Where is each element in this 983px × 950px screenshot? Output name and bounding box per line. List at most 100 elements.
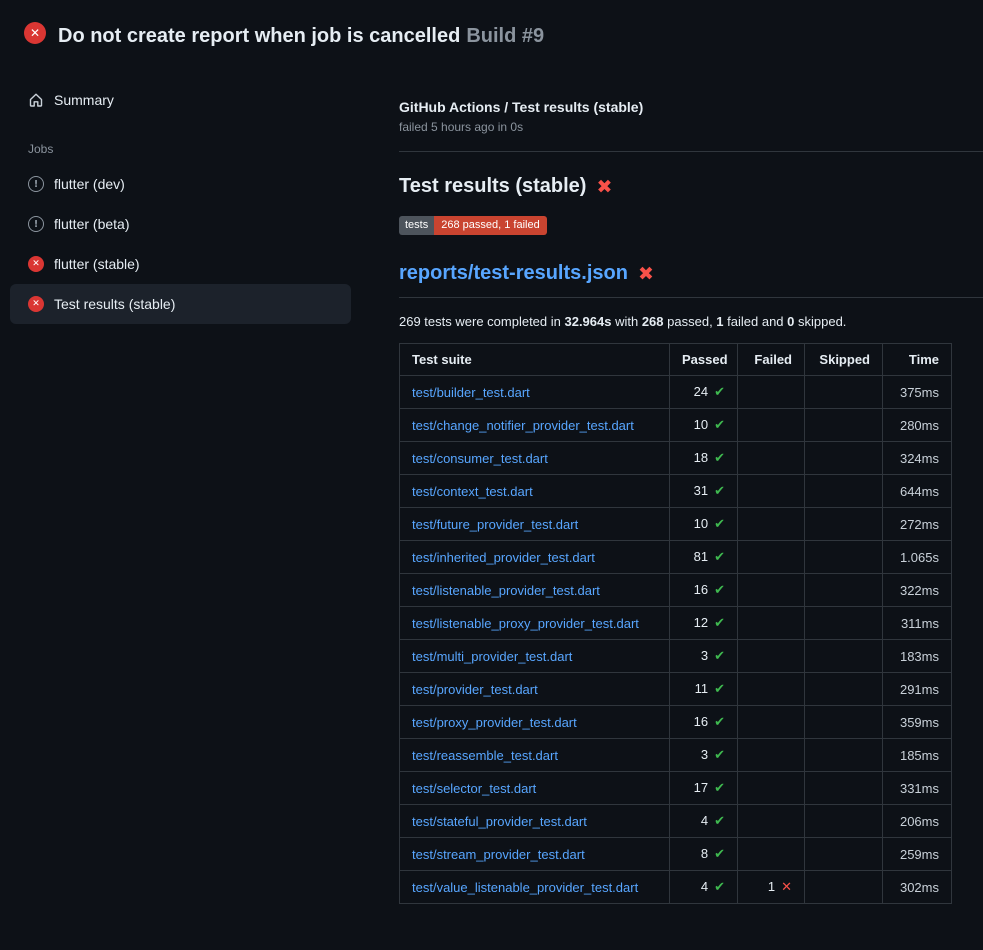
failed-cell (738, 475, 805, 508)
skipped-cell (805, 772, 883, 805)
failed-cell (738, 574, 805, 607)
skipped-cell (805, 871, 883, 904)
sidebar-item-job[interactable]: !flutter (dev) (10, 164, 351, 204)
jobs-section-label: Jobs (10, 120, 351, 164)
time-cell: 291ms (883, 673, 952, 706)
failed-cell (738, 508, 805, 541)
job-label: flutter (dev) (54, 176, 125, 192)
suite-cell: test/stateful_provider_test.dart (400, 805, 670, 838)
passed-cell: 3✔ (670, 640, 738, 673)
table-row: test/provider_test.dart 11✔ 291ms (400, 673, 952, 706)
test-suite-link[interactable]: test/consumer_test.dart (412, 451, 548, 466)
failed-cell: 1✕ (738, 871, 805, 904)
status-line: failed 5 hours ago in 0s (399, 120, 983, 134)
job-label: Test results (stable) (54, 296, 175, 312)
failed-cell (738, 607, 805, 640)
test-suite-link[interactable]: test/value_listenable_provider_test.dart (412, 880, 638, 895)
home-icon (28, 92, 44, 108)
time-cell: 272ms (883, 508, 952, 541)
check-icon: ✔ (714, 418, 725, 433)
suite-cell: test/change_notifier_provider_test.dart (400, 409, 670, 442)
test-suite-link[interactable]: test/future_provider_test.dart (412, 517, 578, 532)
passed-count: 12 (694, 615, 708, 630)
skipped-cell (805, 574, 883, 607)
passed-cell: 3✔ (670, 739, 738, 772)
summary-text: passed, (664, 314, 717, 329)
skipped-cell (805, 508, 883, 541)
test-suite-link[interactable]: test/listenable_provider_test.dart (412, 583, 600, 598)
passed-count: 16 (694, 714, 708, 729)
sidebar-item-job[interactable]: ✕Test results (stable) (10, 284, 351, 324)
check-icon: ✔ (714, 649, 725, 664)
test-suite-link[interactable]: test/inherited_provider_test.dart (412, 550, 595, 565)
table-row: test/multi_provider_test.dart3✔183ms (400, 640, 952, 673)
test-suite-link[interactable]: test/builder_test.dart (412, 385, 530, 400)
summary-line: 269 tests were completed in 32.964s with… (399, 314, 983, 329)
passed-cell: 18✔ (670, 442, 738, 475)
col-header-test-suite: Test suite (400, 344, 670, 376)
summary-text: 269 tests were completed in (399, 314, 564, 329)
skipped-cell (805, 673, 883, 706)
neutral-status-icon: ! (28, 216, 44, 232)
report-title-link[interactable]: reports/test-results.json (399, 262, 628, 285)
check-icon: ✔ (714, 781, 725, 796)
failed-cell (738, 739, 805, 772)
table-row: test/selector_test.dart 17✔ 331ms (400, 772, 952, 805)
check-icon: ✔ (714, 517, 725, 532)
summary-text: skipped. (794, 314, 846, 329)
cross-icon: ✕ (781, 880, 792, 895)
passed-cell: 17✔ (670, 772, 738, 805)
test-suite-link[interactable]: test/context_test.dart (412, 484, 533, 499)
sidebar-item-job[interactable]: !flutter (beta) (10, 204, 351, 244)
test-suite-link[interactable]: test/multi_provider_test.dart (412, 649, 572, 664)
test-suite-link[interactable]: test/provider_test.dart (412, 682, 538, 697)
job-label: flutter (stable) (54, 256, 140, 272)
passed-cell: 11✔ (670, 673, 738, 706)
failed-cell (738, 838, 805, 871)
col-header-failed: Failed (738, 344, 805, 376)
time-cell: 324ms (883, 442, 952, 475)
skipped-cell (805, 805, 883, 838)
suite-cell: test/inherited_provider_test.dart (400, 541, 670, 574)
skipped-cell (805, 607, 883, 640)
table-row: test/proxy_provider_test.dart16✔359ms (400, 706, 952, 739)
check-icon: ✔ (714, 550, 725, 565)
col-header-passed: Passed (670, 344, 738, 376)
summary-failed-count: 1 (716, 314, 723, 329)
test-suite-link[interactable]: test/stateful_provider_test.dart (412, 814, 587, 829)
test-suite-link[interactable]: test/listenable_proxy_provider_test.dart (412, 616, 639, 631)
failed-status-icon: ✕ (28, 256, 44, 272)
test-suite-link[interactable]: test/change_notifier_provider_test.dart (412, 418, 634, 433)
test-suite-link[interactable]: test/stream_provider_test.dart (412, 847, 585, 862)
skipped-cell (805, 706, 883, 739)
table-row: test/listenable_proxy_provider_test.dart… (400, 607, 952, 640)
time-cell: 331ms (883, 772, 952, 805)
failed-cell (738, 640, 805, 673)
check-icon: ✔ (714, 583, 725, 598)
passed-count: 11 (695, 681, 709, 696)
skipped-cell (805, 739, 883, 772)
time-cell: 206ms (883, 805, 952, 838)
test-suite-link[interactable]: test/selector_test.dart (412, 781, 536, 796)
suite-cell: test/consumer_test.dart (400, 442, 670, 475)
sidebar-item-job[interactable]: ✕ flutter (stable) (10, 244, 351, 284)
results-table: Test suite Passed Failed Skipped Time te… (399, 343, 952, 904)
passed-cell: 16✔ (670, 574, 738, 607)
test-suite-link[interactable]: test/reassemble_test.dart (412, 748, 558, 763)
check-icon: ✔ (714, 880, 725, 895)
page-header: ✕ Do not create report when job is cance… (0, 0, 983, 61)
passed-cell: 12✔ (670, 607, 738, 640)
test-suite-link[interactable]: test/proxy_provider_test.dart (412, 715, 577, 730)
suite-cell: test/stream_provider_test.dart (400, 838, 670, 871)
passed-cell: 10✔ (670, 409, 738, 442)
report-heading: reports/test-results.json ✖ (399, 262, 983, 298)
summary-label: Summary (54, 92, 114, 108)
passed-count: 31 (694, 483, 708, 498)
check-icon: ✔ (714, 484, 725, 499)
failed-count: 1 (768, 879, 775, 894)
jobs-list: !flutter (dev)!flutter (beta)✕flutter (s… (10, 164, 351, 324)
suite-cell: test/builder_test.dart (400, 376, 670, 409)
summary-text: failed and (724, 314, 788, 329)
sidebar-item-summary[interactable]: Summary (10, 80, 351, 120)
passed-cell: 31 ✔ (670, 475, 738, 508)
